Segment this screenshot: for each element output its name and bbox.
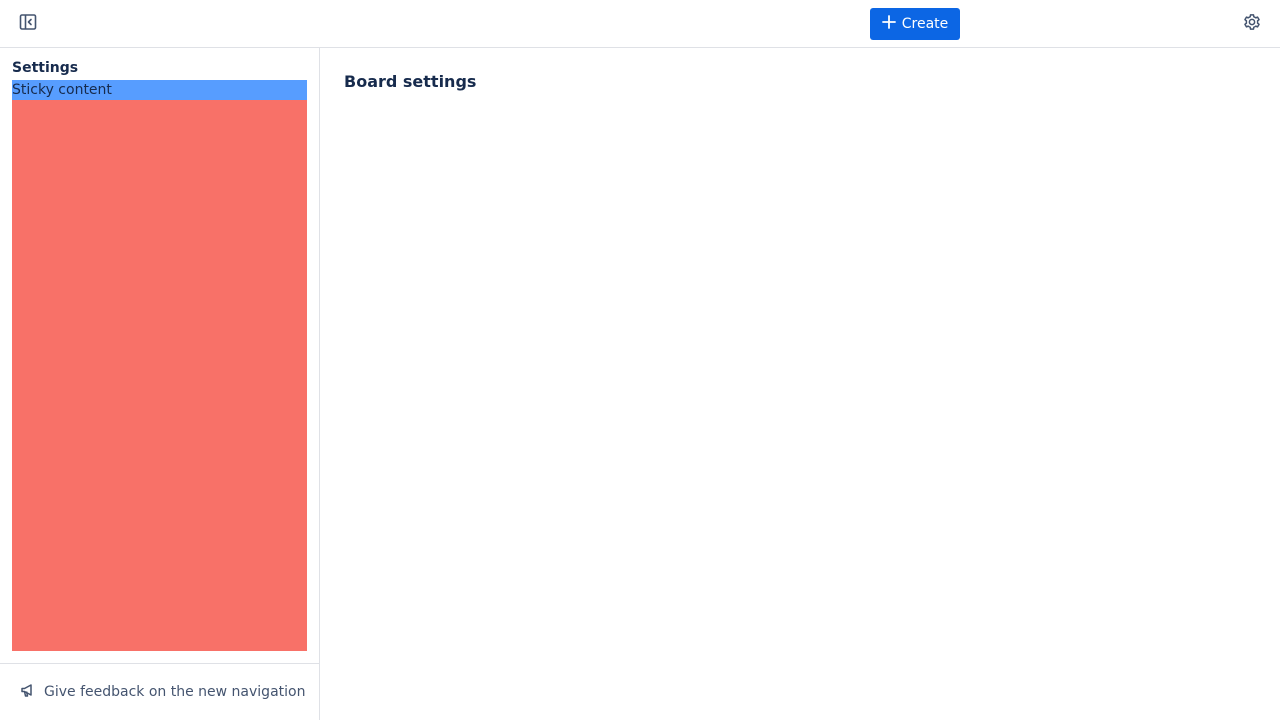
sidebar-footer: Give feedback on the new navigation: [0, 663, 319, 720]
feedback-label: Give feedback on the new navigation: [44, 684, 306, 700]
settings-button[interactable]: [1236, 8, 1268, 40]
megaphone-icon: [20, 682, 36, 702]
top-navigation-bar: Create: [0, 0, 1280, 48]
sidebar-collapse-icon: [19, 13, 37, 35]
sidebar-title: Settings: [12, 60, 79, 76]
sidebar-content-area: [12, 100, 307, 651]
gear-icon: [1243, 13, 1261, 35]
create-button-label: Create: [901, 16, 949, 32]
feedback-link[interactable]: Give feedback on the new navigation: [12, 676, 313, 708]
create-button[interactable]: Create: [870, 8, 960, 40]
sticky-content: Sticky content: [12, 80, 307, 100]
plus-icon: [881, 15, 896, 33]
main-content: Board settings: [320, 48, 1280, 720]
page-title: Board settings: [344, 72, 477, 91]
sidebar: Settings Sticky content Give feedback on…: [0, 48, 320, 720]
sidebar-toggle-button[interactable]: [12, 8, 44, 40]
